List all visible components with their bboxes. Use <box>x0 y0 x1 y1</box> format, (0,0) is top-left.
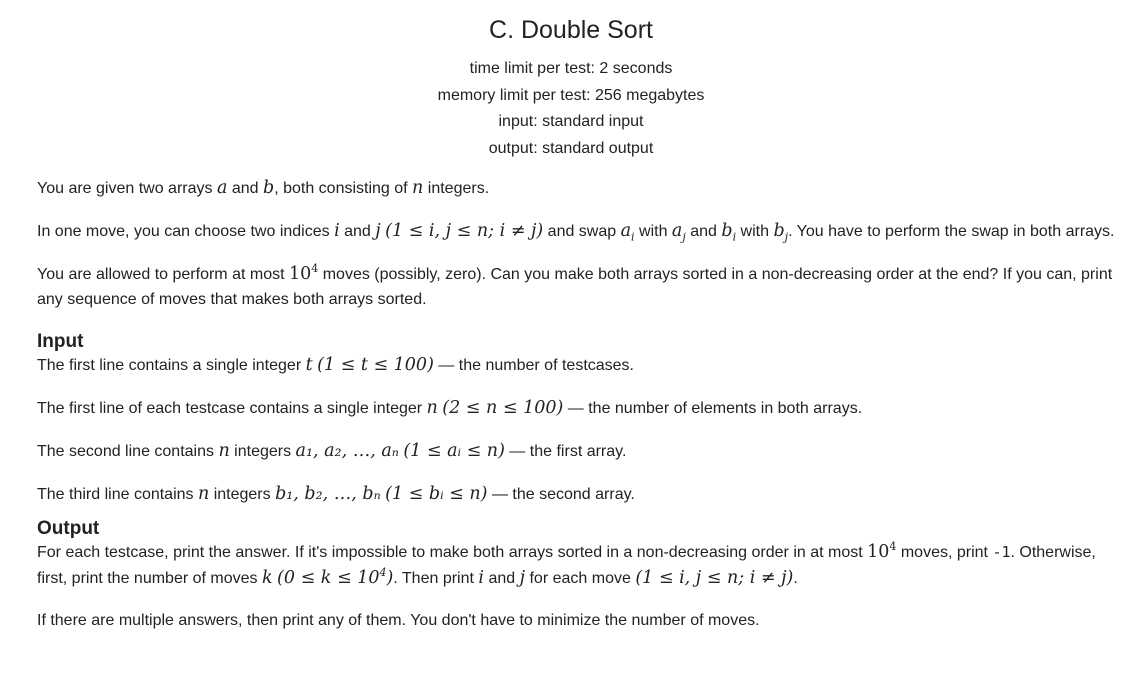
text: with <box>634 223 672 240</box>
math: a <box>216 178 228 198</box>
math-base: a <box>620 221 632 241</box>
math: a₁, a₂, …, aₙ <box>295 440 399 461</box>
output-line-1: For each testcase, print the answer. If … <box>37 540 1122 591</box>
problem-title: C. Double Sort <box>489 16 653 44</box>
text: If there are multiple answers, then prin… <box>37 611 760 629</box>
output-section-title: Output <box>37 518 100 539</box>
math: bi <box>721 221 736 243</box>
math: 104 <box>288 263 318 284</box>
math: (1 ≤ aᵢ ≤ n) <box>403 440 505 461</box>
statement-paragraph-3: You are allowed to perform at most 104 m… <box>37 262 1122 312</box>
text: integers. <box>423 180 490 197</box>
math-part: (0 ≤ k ≤ 10 <box>277 567 380 588</box>
math: aj <box>671 221 686 243</box>
math: (1 ≤ t ≤ 100) <box>317 354 434 375</box>
output-spec: output: standard output <box>488 139 654 157</box>
text: for each move <box>525 569 636 587</box>
text: . You have to perform the swap in both a… <box>788 223 1115 240</box>
input-line-4: The third line contains n integers b₁, b… <box>37 482 1122 508</box>
text: — the number of testcases. <box>433 356 634 374</box>
math-base: 10 <box>867 542 890 562</box>
output-line-2: If there are multiple answers, then prin… <box>37 609 1122 634</box>
math: b <box>262 178 275 198</box>
input-line-2: The first line of each testcase contains… <box>37 396 1122 422</box>
math: n <box>218 440 230 461</box>
math: b₁, b₂, …, bₙ <box>275 483 381 504</box>
math: ai <box>620 221 635 243</box>
text: moves, print <box>896 544 993 561</box>
math: (1 ≤ i, j ≤ n; i ≠ j) <box>385 221 544 241</box>
statement-paragraph-1: You are given two arrays a and b, both c… <box>37 176 1122 202</box>
text: , both consisting of <box>274 180 413 197</box>
math-base: a <box>671 221 683 241</box>
output-section: Output For each testcase, print the answ… <box>37 517 1122 633</box>
text: . <box>793 569 798 587</box>
memory-limit: memory limit per test: 256 megabytes <box>437 86 705 104</box>
input-line-3: The second line contains n integers a₁, … <box>37 439 1122 465</box>
math: bj <box>773 221 788 243</box>
text: . Then print <box>393 569 479 587</box>
text: with <box>736 223 774 240</box>
math: (1 ≤ bᵢ ≤ n) <box>385 483 488 504</box>
math: k <box>261 567 273 588</box>
math: (0 ≤ k ≤ 104) <box>277 567 393 588</box>
math: n <box>412 178 424 198</box>
text: The first line of each testcase contains… <box>37 399 427 417</box>
input-section-title: Input <box>37 330 84 352</box>
problem-statement: You are given two arrays a and b, both c… <box>37 176 1122 651</box>
math-base: b <box>773 221 785 241</box>
time-limit: time limit per test: 2 seconds <box>469 60 673 77</box>
input-section: Input The first line contains a single i… <box>37 330 1122 508</box>
text: integers <box>209 485 276 503</box>
text: and <box>339 223 376 240</box>
text: You are allowed to perform at most <box>37 266 289 283</box>
math-base: b <box>721 221 733 241</box>
text: — the number of elements in both arrays. <box>563 399 863 417</box>
text: integers <box>229 442 296 460</box>
text: You are given two arrays <box>37 180 217 197</box>
math: t <box>305 354 313 375</box>
math: (2 ≤ n ≤ 100) <box>442 397 564 418</box>
text: and <box>685 223 722 240</box>
text: and swap <box>543 223 621 240</box>
text: The second line contains <box>37 442 219 460</box>
problem-header: C. Double Sort time limit per test: 2 se… <box>0 0 1142 162</box>
math: n <box>426 397 438 418</box>
text: — the first array. <box>504 442 627 460</box>
text: and <box>484 569 520 587</box>
text: — the second array. <box>487 485 635 503</box>
math: (1 ≤ i, j ≤ n; i ≠ j) <box>635 567 794 588</box>
text: In one move, you can choose two indices <box>37 223 335 240</box>
input-spec: input: standard input <box>498 113 644 130</box>
math-base: 10 <box>288 264 312 284</box>
text: The first line contains a single integer <box>37 356 306 374</box>
code: -1 <box>992 543 1011 561</box>
math: 104 <box>867 541 896 562</box>
text: For each testcase, print the answer. If … <box>37 544 868 561</box>
math: n <box>197 483 210 504</box>
input-line-1: The first line contains a single integer… <box>37 353 1122 379</box>
math: j <box>375 221 381 241</box>
statement-paragraph-2: In one move, you can choose two indices … <box>37 219 1122 245</box>
text: and <box>227 180 263 197</box>
text: The third line contains <box>37 485 198 503</box>
